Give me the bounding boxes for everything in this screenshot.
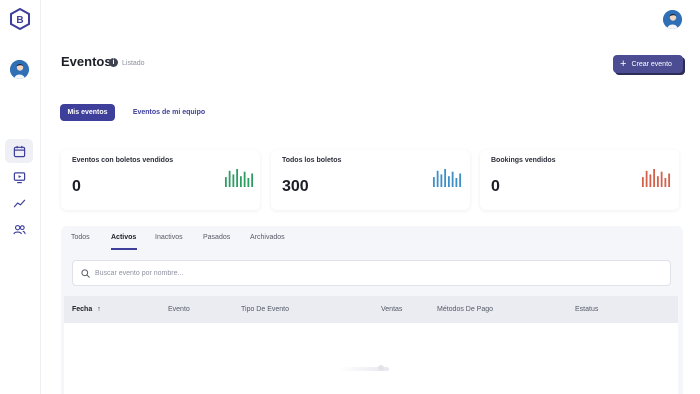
trend-line-icon [13, 199, 25, 207]
mini-bar [459, 173, 462, 187]
side-nav [5, 139, 33, 243]
brand-logo-icon[interactable]: B [9, 8, 31, 30]
stat-label: Eventos con boletos vendidos [72, 157, 174, 164]
mini-bar [236, 169, 239, 187]
search-box[interactable] [72, 260, 671, 286]
page-title: Eventos [61, 54, 112, 69]
page-subtitle: Listado [122, 60, 145, 67]
stat-card-bookings: Bookings vendidos 0 [480, 150, 679, 210]
stat-label: Bookings vendidos [491, 157, 556, 164]
mini-bar [664, 178, 667, 187]
search-icon [81, 269, 90, 278]
events-panel: Todos Activos Inactivos Pasados Archivad… [61, 226, 683, 394]
bar-chart-icon [224, 169, 254, 187]
search-input[interactable] [95, 265, 655, 281]
mini-bar [251, 173, 254, 187]
tab-my-events[interactable]: Mis eventos [60, 104, 115, 121]
stat-label: Todos los boletos [282, 157, 342, 164]
mini-bar [224, 177, 227, 187]
mini-bar [239, 176, 242, 187]
active-tab-indicator [111, 248, 137, 250]
mini-bar [660, 171, 663, 187]
mini-bar [440, 174, 443, 187]
calendar-icon [13, 145, 25, 157]
table-header: Fecha ↑ Evento Tipo De Evento Ventas Mét… [64, 296, 678, 323]
stat-value: 0 [72, 178, 81, 195]
users-icon [12, 224, 26, 234]
column-header-status[interactable]: Estatus [575, 306, 598, 313]
bar-chart-icon [641, 169, 671, 187]
stat-card-events-sold: Eventos con boletos vendidos 0 [61, 150, 260, 210]
mini-bar [653, 169, 656, 187]
svg-text:B: B [16, 15, 23, 26]
status-tabs: Todos Activos Inactivos Pasados Archivad… [61, 226, 683, 251]
mini-bar [436, 170, 439, 187]
tab-inactive[interactable]: Inactivos [155, 234, 183, 241]
loading-dot [378, 365, 384, 371]
mini-bar [641, 177, 644, 187]
app-root: B Eventos i Listado + Crear evento Mis e… [0, 0, 700, 394]
stat-value: 0 [491, 178, 500, 195]
mini-bar [656, 176, 659, 187]
tab-all[interactable]: Todos [71, 234, 90, 241]
mini-bar [243, 171, 246, 187]
sort-arrow-up-icon: ↑ [97, 306, 101, 313]
tab-active[interactable]: Activos [111, 234, 136, 241]
column-header-date[interactable]: Fecha ↑ [72, 306, 101, 313]
mini-bar [447, 176, 450, 187]
info-icon[interactable]: i [109, 58, 118, 67]
monitor-icon [13, 171, 25, 183]
mini-bar [432, 177, 435, 187]
stat-value: 300 [282, 178, 309, 195]
mini-bar [232, 174, 235, 187]
nav-item-screens[interactable] [5, 165, 33, 189]
tab-archived[interactable]: Archivados [250, 234, 285, 241]
create-event-label: Crear evento [631, 60, 672, 68]
column-header-sales[interactable]: Ventas [381, 306, 402, 313]
table-body [64, 323, 678, 394]
nav-item-analytics[interactable] [5, 191, 33, 215]
tab-past[interactable]: Pasados [203, 234, 230, 241]
mini-bar [645, 170, 648, 187]
bar-chart-icon [432, 169, 462, 187]
account-avatar[interactable] [663, 10, 682, 29]
mini-bar [668, 173, 671, 187]
column-label: Fecha [72, 306, 93, 313]
avatar[interactable] [10, 60, 29, 79]
user-avatar-icon [663, 10, 682, 29]
create-event-button[interactable]: + Crear evento [613, 55, 683, 73]
mini-bar [451, 171, 454, 187]
mini-bar [649, 174, 652, 187]
nav-item-team[interactable] [5, 217, 33, 241]
mini-bar [228, 170, 231, 187]
mini-bar [247, 178, 250, 187]
nav-item-events[interactable] [5, 139, 33, 163]
mini-bar [455, 178, 458, 187]
column-header-event-type[interactable]: Tipo De Evento [241, 306, 289, 313]
column-header-payment-methods[interactable]: Métodos De Pago [437, 306, 493, 313]
user-avatar-icon [10, 60, 29, 79]
sidebar: B [0, 0, 41, 394]
stat-card-all-tickets: Todos los boletos 300 [271, 150, 470, 210]
plus-icon: + [620, 57, 627, 70]
tab-team-events[interactable]: Eventos de mi equipo [126, 104, 212, 121]
mini-bar [444, 169, 447, 187]
column-header-event[interactable]: Evento [168, 306, 190, 313]
